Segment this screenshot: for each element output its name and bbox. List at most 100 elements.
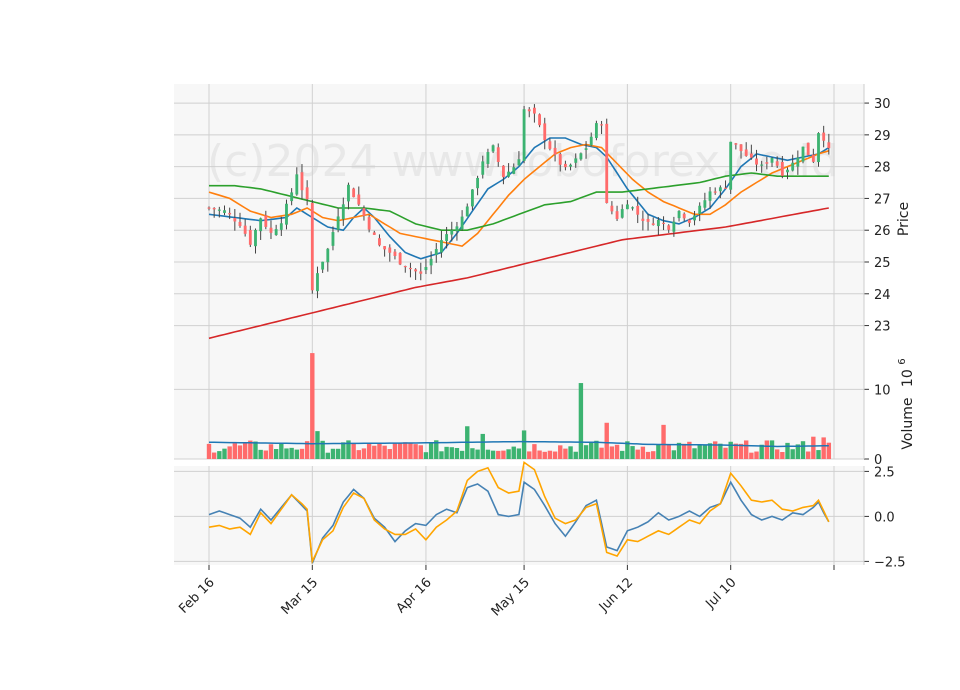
volume-axis-label: Volume	[900, 398, 916, 450]
chart-container: (c)2024 www.roboforex.co.id Feb 16 Mar 15…	[0, 0, 960, 690]
volume-bar	[578, 383, 584, 459]
volume-bar	[475, 449, 480, 459]
volume-bar	[816, 450, 821, 459]
svg-text:Volume 10 6: Volume 10 6	[897, 358, 916, 449]
candle-down	[378, 238, 381, 246]
volume-bar	[330, 448, 336, 459]
volume-bar	[713, 441, 718, 459]
candle-up	[512, 167, 516, 174]
x-tick-label: May 15	[489, 575, 533, 619]
candle-up	[217, 209, 221, 211]
volume-bar	[397, 443, 403, 459]
volume-bar	[552, 451, 558, 459]
volume-bar	[666, 444, 671, 459]
volume-bar	[640, 446, 646, 459]
volume-bar	[490, 450, 496, 459]
volume-axis-title: Volume 10 6	[897, 358, 916, 449]
candle-up	[796, 157, 800, 167]
candle-down	[502, 165, 505, 178]
candle-up	[620, 209, 624, 218]
volume-bar	[774, 449, 780, 459]
volume-bar	[392, 442, 398, 459]
volume-bar	[480, 433, 485, 459]
price-tick-label: 26	[874, 224, 891, 239]
candle-down	[615, 211, 619, 219]
candle-up	[445, 234, 449, 241]
candle-up	[347, 184, 350, 202]
candle-up	[656, 219, 660, 227]
candle-up	[507, 171, 511, 177]
volume-bar	[403, 442, 408, 459]
volume-bar	[418, 445, 423, 459]
volume-bar	[206, 443, 212, 459]
candle-up	[285, 203, 288, 225]
volume-bar	[341, 442, 346, 459]
volume-axis-exponent-base: 10	[900, 369, 916, 387]
candle-down	[414, 269, 418, 272]
volume-bar	[511, 446, 516, 459]
candle-up	[693, 215, 696, 221]
volume-bar	[516, 448, 522, 459]
candle-down	[811, 154, 815, 162]
volume-bar	[217, 451, 222, 459]
volume-bar	[723, 447, 728, 459]
candle-up	[817, 133, 820, 163]
volume-bar	[630, 446, 635, 459]
candle-up	[625, 204, 629, 210]
volume-bar	[444, 446, 449, 459]
volume-bar	[759, 444, 764, 459]
volume-bar	[614, 444, 620, 459]
volume-bar	[800, 441, 806, 459]
candle-up	[594, 123, 598, 138]
volume-bar	[237, 445, 243, 459]
candle-down	[553, 147, 557, 155]
candle-down	[734, 143, 738, 145]
candle-down	[724, 187, 727, 189]
volume-bar	[790, 449, 795, 459]
volume-bar	[754, 451, 759, 459]
candle-up	[574, 158, 578, 163]
candle-up	[589, 136, 593, 146]
volume-bar	[558, 445, 563, 459]
candle-up	[321, 261, 325, 270]
volume-bar	[351, 443, 356, 459]
candle-up	[476, 177, 480, 189]
volume-bar	[289, 447, 294, 459]
volume-bar	[372, 445, 377, 459]
candle-up	[486, 152, 490, 164]
candle-down	[538, 114, 541, 126]
candle-up	[522, 109, 526, 161]
volume-bar	[284, 448, 289, 459]
volume-bar	[563, 448, 568, 459]
volume-bar	[268, 444, 274, 459]
volume-bar	[527, 451, 532, 459]
volume-bar	[454, 447, 460, 459]
x-tick-label: Jun 12	[596, 575, 636, 615]
candle-down	[243, 225, 247, 234]
volume-bar	[635, 449, 640, 459]
volume-bar	[485, 449, 491, 459]
volume-bar	[718, 443, 723, 459]
candle-down	[558, 154, 562, 165]
volume-bar	[470, 448, 475, 459]
candle-down	[212, 207, 216, 210]
candlestick-chart: (c)2024 www.roboforex.co.id Feb 16 Mar 15…	[174, 84, 916, 619]
volume-bar	[423, 452, 429, 459]
candle-down	[305, 187, 309, 200]
candle-down	[646, 218, 650, 222]
volume-bar	[594, 440, 599, 459]
volume-bar	[656, 444, 661, 459]
candle-up	[677, 210, 681, 219]
candle-up	[698, 205, 702, 215]
volume-bar	[785, 442, 790, 459]
oscillator-tick-label: −2.5	[874, 555, 906, 570]
candle-down	[310, 202, 314, 291]
volume-bar	[325, 452, 330, 459]
volume-bar	[583, 445, 589, 459]
candle-down	[264, 215, 268, 227]
candle-down	[827, 142, 831, 149]
candle-up	[341, 204, 345, 220]
candle-down	[228, 212, 232, 215]
volume-bar	[532, 444, 537, 459]
candle-up	[259, 218, 263, 232]
